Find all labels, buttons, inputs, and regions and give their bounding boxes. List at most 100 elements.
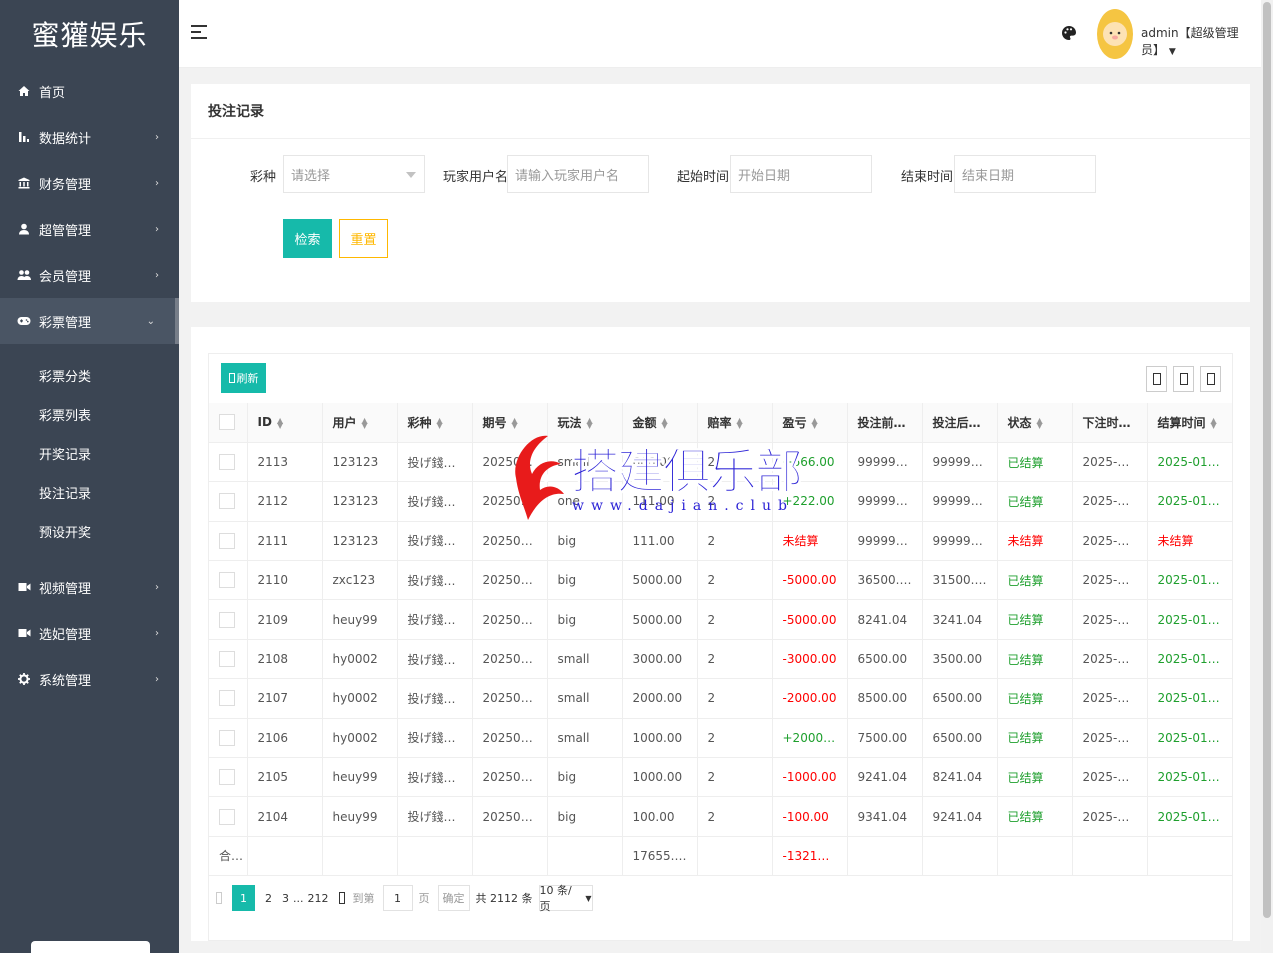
table-cell: 2025011... [472,560,548,601]
table-row[interactable]: 2109 heuy99 投げ錢認証 2025011... big 5000.00 2 -500… [209,599,1232,640]
refresh-label: 刷新 [236,372,259,385]
avatar[interactable] [1097,9,1133,59]
sidebar-subitem-lottery-category[interactable]: 彩票分类 [0,356,179,395]
sort-icon[interactable]: ▲ ▼ [512,417,518,430]
column-header[interactable]: 结算时间 ▲ ▼ [1147,403,1232,443]
sort-icon[interactable]: ▲ ▼ [362,417,368,430]
table-cell: 2025-01... [1072,639,1148,680]
column-header[interactable]: 玩法 ▲ ▼ [547,403,623,443]
end-date-input[interactable]: 结束日期 [954,155,1096,193]
select-all-checkbox-cell [209,403,248,443]
sidebar-item-label: 首页 [39,85,66,101]
column-header[interactable]: 期号 ▲ ▼ [472,403,548,443]
refresh-button[interactable]: 刷新 [221,363,266,393]
player-input[interactable]: 请输入玩家用户名 [507,155,649,193]
per-page-select[interactable]: 10 条/页 ▼ [538,884,593,913]
reset-button[interactable]: 重置 [339,219,388,258]
sidebar-subitem-preset-draw[interactable]: 预设开奖 [0,512,179,551]
prev-page-icon[interactable] [216,892,222,904]
table-row[interactable]: 2106 hy0002 投げ錢認証 2025011... small 1000.00 2 +2… [209,718,1232,759]
table-cell: 未结算 [997,521,1073,562]
table-row[interactable]: 2111 123123 投げ錢認証 2025011... big 111.00 2 未结算 99… [209,521,1232,562]
table-cell: 2025-01-13 19:2 [1147,560,1232,601]
table-cell: 2025-01... [1072,599,1148,640]
sidebar-item-home[interactable]: 首页 [0,68,179,114]
sidebar-item-video[interactable]: 视频管理 › [0,564,179,610]
sort-icon[interactable]: ▲ ▼ [737,417,743,430]
data-table-container: 刷新 ID ▲ ▼ 用户 ▲ ▼ 彩种 ▲ ▼ 期号 ▲ ▼ 玩法 ▲ ▼ 金额 ▲ ▼ 赔率 ▲ ▼ 盈亏 ▲ ▼ 投注前金.… [208,353,1233,941]
table-row[interactable]: 2108 hy0002 投げ錢認証 2025011... small 3000.00 2 -3… [209,639,1232,680]
sidebar-item-concubine[interactable]: 选妃管理 › [0,610,179,656]
row-checkbox[interactable] [219,611,235,628]
table-row[interactable]: 2113 123123 投げ錢認証 2025011... small 666.00 2 +66… [209,442,1232,483]
sort-icon[interactable]: ▲ ▼ [437,417,443,430]
sidebar-subitem-lottery-list[interactable]: 彩票列表 [0,395,179,434]
goto-page-input[interactable]: 1 [382,885,413,911]
column-header[interactable]: 盈亏 ▲ ▼ [772,403,848,443]
row-checkbox[interactable] [219,493,235,510]
lottery-select[interactable]: 请选择 [283,155,425,193]
sidebar-item-lottery[interactable]: 彩票管理 ⌄ [0,298,179,344]
menu-toggle-icon[interactable] [191,25,207,41]
sort-icon[interactable]: ▲ ▼ [277,416,283,429]
row-checkbox[interactable] [219,769,235,786]
sort-icon[interactable]: ▲ ▼ [587,417,593,430]
column-header[interactable]: 投注后金...▲▼ [922,403,998,443]
sidebar-subitem-draw-records[interactable]: 开奖记录 [0,434,179,473]
search-button[interactable]: 检索 [283,219,332,258]
table-row[interactable]: 2110 zxc123 投げ錢認証 2025011... big 5000.00 2 -500… [209,560,1232,601]
sidebar-item-system[interactable]: 系统管理 › [0,656,179,702]
row-checkbox[interactable] [219,532,235,549]
sidebar-item-finance[interactable]: 财务管理 › [0,160,179,206]
print-icon[interactable] [1200,366,1221,392]
table-cell: 2025011... [472,442,548,483]
pagination: 1 2 3 ... 212 到第 1 页 确定 共 2112 条 10 条/页 ▼ [216,884,599,913]
goto-confirm-button[interactable]: 确定 [437,885,470,911]
column-header[interactable]: 赔率 ▲ ▼ [697,403,773,443]
column-header[interactable]: 投注前金...▲▼ [847,403,923,443]
table-row[interactable]: 2112 123123 投げ錢認証 2025011... one 111.00 2 +222.… [209,481,1232,522]
row-checkbox-cell [209,481,248,522]
table-cell: 2107 [247,678,323,719]
columns-filter-icon[interactable] [1146,366,1167,392]
start-date-input[interactable]: 开始日期 [730,155,872,193]
sort-icon[interactable]: ▲ ▼ [1037,417,1043,430]
page-button[interactable]: 3 [282,892,289,905]
table-cell: heuy99 [322,757,398,798]
table-cell: 2025011... [472,481,548,522]
row-checkbox[interactable] [219,690,235,707]
export-icon[interactable] [1173,366,1194,392]
sort-icon[interactable]: ▲ ▼ [812,417,818,430]
row-checkbox[interactable] [219,729,235,746]
page-button[interactable]: 2 [265,892,272,905]
row-checkbox[interactable] [219,808,235,825]
sidebar-item-admin[interactable]: 超管管理 › [0,206,179,252]
column-header[interactable]: ID ▲ ▼ [247,403,323,443]
row-checkbox[interactable] [219,454,235,471]
table-row[interactable]: 2105 heuy99 投げ錢認証 2025011... big 1000.00 2 -100… [209,757,1232,798]
sidebar-item-members[interactable]: 会员管理 › [0,252,179,298]
sort-icon[interactable]: ▲ ▼ [1211,417,1217,430]
page-button[interactable]: 212 [308,892,329,905]
sidebar-subitem-bet-records[interactable]: 投注记录 [0,473,179,512]
sort-icon[interactable]: ▲ ▼ [662,417,668,430]
table-row[interactable]: 2107 hy0002 投げ錢認証 2025011... small 2000.00 2 -2… [209,678,1232,719]
select-all-checkbox[interactable] [219,414,235,431]
next-page-icon[interactable] [338,892,345,904]
column-header[interactable]: 彩种 ▲ ▼ [397,403,473,443]
page-button[interactable]: 1 [232,885,255,911]
row-checkbox[interactable] [219,651,235,668]
user-menu[interactable]: admin【超级管理员】 ▼ [1141,24,1261,58]
table-cell: 2025-01... [1072,796,1148,837]
column-header[interactable]: 金额 ▲ ▼ [622,403,698,443]
page-scrollbar[interactable] [1261,0,1273,953]
column-header[interactable]: 下注时间...▲▼ [1072,403,1148,443]
palette-icon[interactable] [1061,25,1079,43]
scrollbar-thumb[interactable] [1263,2,1271,918]
column-header[interactable]: 状态 ▲ ▼ [997,403,1073,443]
column-header[interactable]: 用户 ▲ ▼ [322,403,398,443]
row-checkbox[interactable] [219,572,235,589]
table-cell: 111.00 [622,521,698,562]
table-row[interactable]: 2104 heuy99 投げ錢認証 2025011... big 100.00 2 -100.… [209,796,1232,837]
sidebar-item-statistics[interactable]: 数据统计 › [0,114,179,160]
